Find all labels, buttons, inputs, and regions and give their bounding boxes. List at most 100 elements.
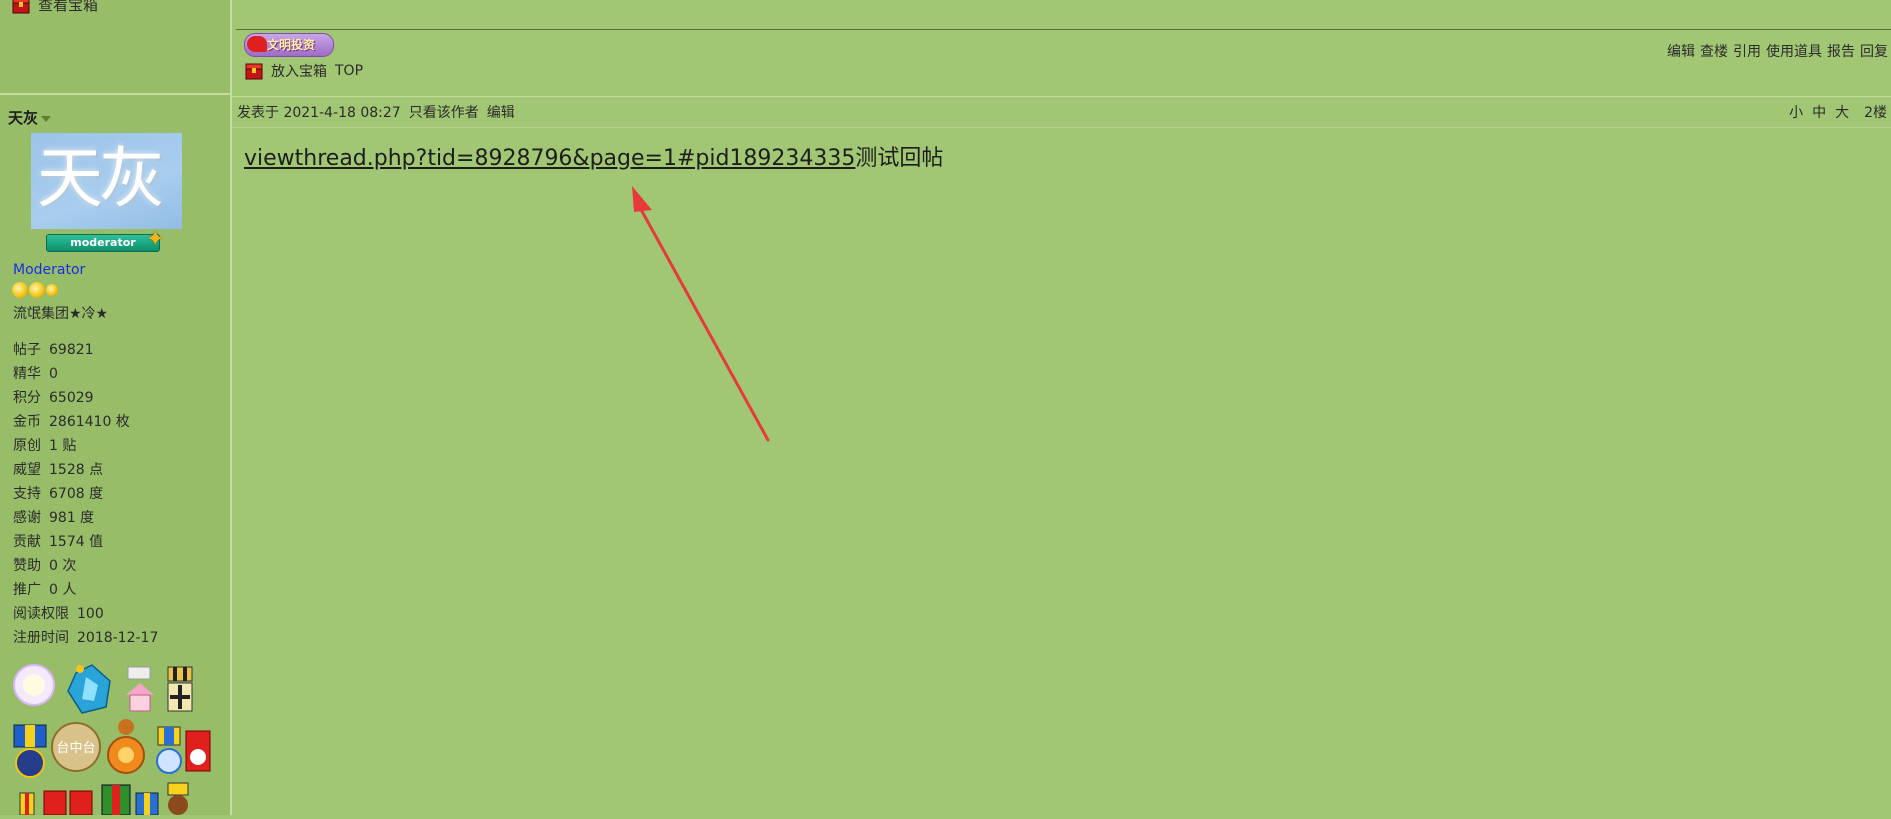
- black-cross-medal-icon: [167, 666, 193, 712]
- blue-gold-medal-icon: [156, 726, 182, 774]
- font-medium-button[interactable]: 中: [1812, 102, 1826, 122]
- post-body-link[interactable]: viewthread.php?tid=8928796&page=1#pid189…: [244, 146, 855, 171]
- post-timestamp: 发表于 2021-4-18 08:27: [237, 105, 401, 121]
- reply-link[interactable]: 回复: [1860, 41, 1888, 61]
- stat-value: 1528 点: [49, 462, 104, 478]
- author-sidebar: 查看宝箱 天灰 天灰 moderator ✦ Moderator 流氓集团★冷★…: [0, 0, 232, 816]
- quote-link[interactable]: 引用: [1733, 41, 1761, 61]
- treasure-chest-icon: [245, 62, 263, 80]
- stat-value: 2861410 枚: [49, 414, 130, 430]
- floor-number[interactable]: 2楼: [1864, 102, 1887, 122]
- stat-label: 贡献: [13, 534, 41, 550]
- avatar-text: 天灰: [37, 140, 165, 217]
- use-item-link[interactable]: 使用道具: [1766, 41, 1822, 61]
- medal-images: 台中台: [13, 664, 211, 816]
- stat-row: 积分 65029: [13, 386, 158, 410]
- sun-icon: [12, 282, 28, 298]
- post-body: viewthread.php?tid=8928796&page=1#pid189…: [244, 140, 943, 172]
- heart-icon: [247, 36, 267, 52]
- post-body-text: 测试回帖: [855, 146, 944, 171]
- stat-value: 69821: [49, 342, 94, 358]
- user-group-link[interactable]: Moderator: [13, 262, 85, 278]
- view-floor-link[interactable]: 查楼: [1700, 41, 1728, 61]
- ad-banner[interactable]: 文明投资: [244, 33, 334, 57]
- stat-label: 金币: [13, 414, 41, 430]
- custom-title: 流氓集团★冷★: [13, 306, 109, 322]
- post-meta-left: 发表于 2021-4-18 08:27 只看该作者 编辑: [237, 102, 515, 122]
- stat-row: 精华 0: [13, 362, 158, 386]
- stat-label: 阅读权限: [13, 606, 69, 622]
- report-link[interactable]: 报告: [1827, 41, 1855, 61]
- crystal-medal-icon: [67, 664, 111, 714]
- star-icon: ✦: [146, 227, 165, 252]
- font-small-button[interactable]: 小: [1789, 102, 1803, 122]
- meta-edit-link[interactable]: 编辑: [487, 102, 515, 122]
- stat-value: 981 度: [49, 510, 95, 526]
- post-tools: 放入宝箱 TOP: [245, 61, 363, 81]
- stat-value: 0 次: [49, 558, 77, 574]
- stat-row: 金币 2861410 枚: [13, 410, 158, 434]
- stat-row: 原创 1 贴: [13, 434, 158, 458]
- green-ribbon-medal-icon: [101, 784, 131, 816]
- stat-row: 推广 0 人: [13, 578, 158, 602]
- stat-row: 帖子 69821: [13, 338, 158, 362]
- add-to-chest-link[interactable]: 放入宝箱: [271, 61, 327, 81]
- view-chest-label: 查看宝箱: [38, 0, 99, 14]
- medal-list: 台中台: [10, 655, 220, 819]
- bear-medal-icon: [167, 782, 189, 815]
- stat-value: 0 人: [49, 582, 77, 598]
- stat-value: 65029: [49, 390, 94, 406]
- red-shield-medal-icon: [185, 730, 211, 772]
- stat-label: 推广: [13, 582, 41, 598]
- top-link[interactable]: TOP: [335, 63, 363, 79]
- stat-row: 贡献 1574 值: [13, 530, 158, 554]
- blue-star-medal-icon: [13, 724, 47, 778]
- stat-value: 100: [77, 606, 104, 622]
- rank-stars: [12, 282, 58, 298]
- stat-label: 原创: [13, 438, 41, 454]
- stat-label: 赞助: [13, 558, 41, 574]
- stat-row: 注册时间 2018-12-17: [13, 626, 158, 650]
- previous-post-footer: 查看宝箱: [0, 0, 230, 95]
- stat-value: 2018-12-17: [77, 630, 159, 646]
- font-large-button[interactable]: 大: [1835, 102, 1849, 122]
- username-text: 天灰: [8, 109, 39, 127]
- post-main: 文明投资 放入宝箱 TOP 编辑 查楼 引用 使用道具 报告 回复 发表于 20…: [232, 0, 1891, 815]
- red-ribbon-medal-icon: [43, 790, 93, 816]
- author-username[interactable]: 天灰: [8, 107, 52, 128]
- post-action-links: 编辑 查楼 引用 使用道具 报告 回复: [1667, 41, 1888, 61]
- pink-house-medal-icon: [126, 666, 154, 712]
- stat-row: 感谢 981 度: [13, 506, 158, 530]
- small-ribbon-medal-icon: [19, 792, 35, 816]
- stat-row: 赞助 0 次: [13, 554, 158, 578]
- moon-icon: [29, 282, 45, 298]
- stat-label: 帖子: [13, 342, 41, 358]
- user-stats: 帖子 69821 精华 0 积分 65029 金币 2861410 枚 原创 1 贴 威望…: [13, 338, 158, 650]
- chevron-down-icon: [41, 115, 52, 122]
- stat-value: 1 贴: [49, 438, 77, 454]
- moderator-badge: moderator: [46, 234, 160, 252]
- star-icon: [46, 284, 58, 296]
- stat-value: 0: [49, 366, 58, 382]
- post-meta-bar: 发表于 2021-4-18 08:27 只看该作者 编辑 小 中 大 2楼: [232, 96, 1891, 128]
- stat-label: 威望: [13, 462, 41, 478]
- avatar[interactable]: 天灰: [31, 133, 182, 229]
- post-meta-right: 小 中 大 2楼: [1789, 102, 1887, 122]
- stat-row: 威望 1528 点: [13, 458, 158, 482]
- stat-label: 积分: [13, 390, 41, 406]
- taizhongtai-medal-icon: 台中台: [51, 722, 101, 772]
- stat-row: 阅读权限 100: [13, 602, 158, 626]
- stat-label: 感谢: [13, 510, 41, 526]
- ad-banner-text: 文明投资: [267, 38, 316, 52]
- sparkle-medal-icon: [13, 664, 55, 706]
- divider: [236, 29, 1891, 30]
- treasure-chest-icon: [12, 0, 30, 14]
- view-chest-link[interactable]: 查看宝箱: [12, 0, 98, 15]
- only-author-link[interactable]: 只看该作者: [409, 102, 479, 122]
- stat-label: 支持: [13, 486, 41, 502]
- stat-label: 精华: [13, 366, 41, 382]
- taizhongtai-medal-text: 台中台: [56, 741, 95, 756]
- blue-ribbon-medal-icon: [135, 792, 159, 816]
- edit-link[interactable]: 编辑: [1667, 41, 1695, 61]
- stat-value: 1574 值: [49, 534, 104, 550]
